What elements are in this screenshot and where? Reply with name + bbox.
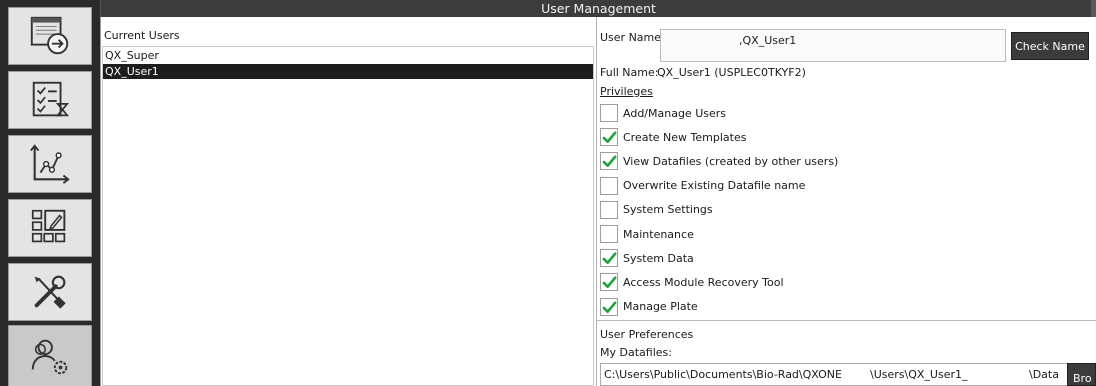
nav-user-management-button[interactable] bbox=[8, 325, 92, 386]
nav-tools-button[interactable] bbox=[8, 263, 92, 321]
privilege-row[interactable]: Create New Templates bbox=[600, 127, 746, 147]
nav-plate-button[interactable] bbox=[8, 199, 92, 257]
privilege-label: Maintenance bbox=[623, 227, 694, 241]
privilege-label: System Data bbox=[623, 251, 694, 265]
privilege-row[interactable]: Overwrite Existing Datafile name bbox=[600, 176, 805, 196]
checkbox-checked[interactable] bbox=[600, 152, 618, 171]
privilege-label: Manage Plate bbox=[623, 300, 698, 314]
checkbox-checked[interactable] bbox=[600, 249, 618, 268]
left-nav bbox=[0, 0, 100, 386]
current-users-header: Current Users bbox=[104, 29, 180, 42]
checkmark-icon bbox=[602, 131, 617, 144]
fullname-value: QX_User1 (USPLEC0TKYF2) bbox=[657, 66, 806, 79]
user-settings-icon bbox=[31, 339, 68, 375]
nav-analysis-button[interactable] bbox=[8, 135, 92, 193]
checkbox-unchecked[interactable] bbox=[600, 200, 618, 219]
privilege-label: System Settings bbox=[623, 203, 713, 217]
nav-checklist-button[interactable] bbox=[8, 71, 92, 129]
privilege-label: Overwrite Existing Datafile name bbox=[623, 179, 806, 193]
privilege-row[interactable]: Manage Plate bbox=[600, 297, 698, 317]
export-arrow-icon bbox=[30, 16, 69, 55]
title-scroll-edge bbox=[1091, 0, 1096, 17]
checkbox-unchecked[interactable] bbox=[600, 225, 618, 243]
privilege-row[interactable]: Add/Manage Users bbox=[600, 103, 726, 123]
line-chart-icon bbox=[30, 144, 70, 184]
user-list-item[interactable]: QX_Super bbox=[103, 48, 593, 63]
checkbox-checked[interactable] bbox=[600, 128, 618, 147]
username-value: ,QX_User1 bbox=[739, 34, 797, 47]
datafiles-path-field[interactable]: C:\Users\Public\Documents\Bio-Rad\QXONE … bbox=[600, 363, 1084, 386]
my-datafiles-label: My Datafiles: bbox=[600, 346, 672, 359]
checkbox-checked[interactable] bbox=[600, 297, 618, 316]
window-title: User Management bbox=[100, 0, 1096, 17]
checkbox-checked[interactable] bbox=[600, 273, 618, 292]
username-label: User Name: bbox=[600, 31, 665, 44]
checkmark-icon bbox=[602, 252, 617, 265]
privilege-row[interactable]: Maintenance bbox=[600, 224, 694, 244]
checkbox-unchecked[interactable] bbox=[600, 176, 618, 195]
privilege-row[interactable]: System Data bbox=[600, 248, 694, 268]
checkmark-icon bbox=[602, 155, 617, 168]
checkmark-icon bbox=[602, 301, 617, 313]
user-list-item-selected[interactable]: QX_User1 bbox=[103, 64, 593, 79]
plate-edit-icon bbox=[31, 209, 66, 243]
privileges-header: Privileges bbox=[600, 85, 653, 98]
preferences-divider bbox=[597, 320, 1096, 321]
privilege-row[interactable]: View Datafiles (created by other users) bbox=[600, 151, 838, 171]
user-preferences-header: User Preferences bbox=[600, 328, 694, 341]
path-part-1: C:\Users\Public\Documents\Bio-Rad\QXONE bbox=[604, 368, 842, 381]
nav-export-button[interactable] bbox=[8, 7, 92, 65]
fullname-label: Full Name: bbox=[600, 66, 659, 79]
privilege-label: Add/Manage Users bbox=[623, 106, 726, 120]
check-name-button[interactable]: Check Name bbox=[1011, 32, 1089, 60]
checkbox-unchecked[interactable] bbox=[600, 104, 618, 122]
privilege-row[interactable]: System Settings bbox=[600, 200, 713, 220]
checkmark-icon bbox=[602, 276, 617, 289]
path-part-3: \Data bbox=[1029, 368, 1059, 381]
path-part-2: \Users\QX_User1_ bbox=[870, 368, 968, 381]
privilege-label: Access Module Recovery Tool bbox=[623, 275, 784, 289]
username-input[interactable]: ,QX_User1 bbox=[660, 29, 1006, 62]
privilege-label: View Datafiles (created by other users) bbox=[623, 154, 839, 168]
privilege-row[interactable]: Access Module Recovery Tool bbox=[600, 272, 784, 292]
tools-icon bbox=[34, 275, 66, 309]
users-list[interactable]: QX_Super QX_User1 bbox=[102, 46, 594, 386]
checklist-hourglass-icon bbox=[32, 81, 70, 117]
browse-button[interactable]: Bro bbox=[1067, 363, 1096, 386]
privilege-label: Create New Templates bbox=[623, 130, 747, 144]
